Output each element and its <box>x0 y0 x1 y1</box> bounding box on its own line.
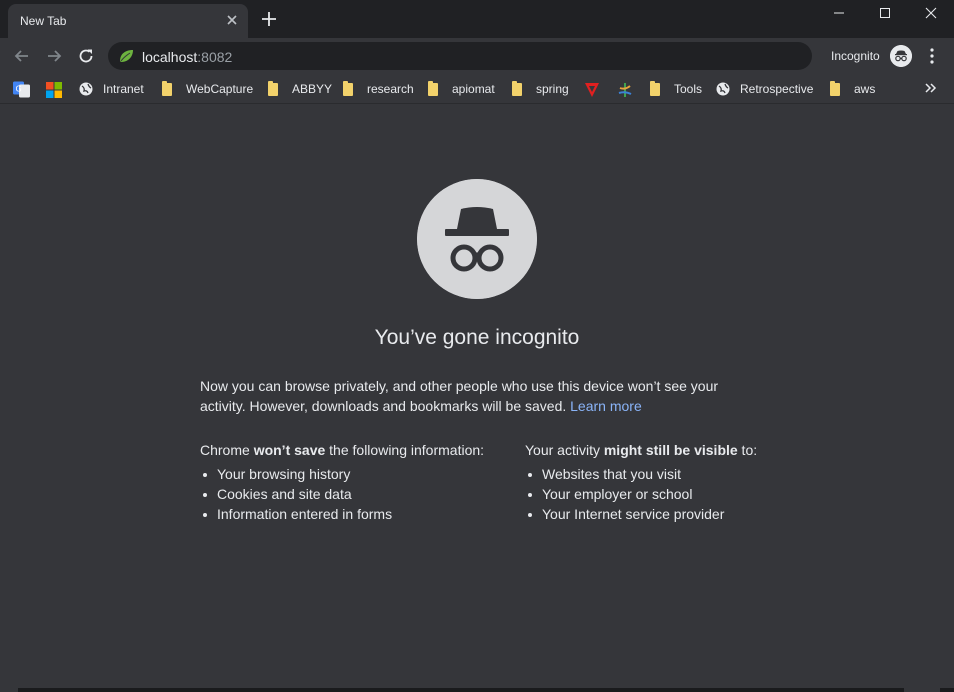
google-translate-icon[interactable]: G <box>13 80 30 98</box>
bookmark-tools[interactable]: Tools <box>650 80 702 98</box>
url-port: :8082 <box>197 49 233 65</box>
bookmark-intranet[interactable]: Intranet <box>79 80 144 98</box>
learn-more-link[interactable]: Learn more <box>570 398 642 414</box>
still-visible-heading: Your activity might still be visible to: <box>525 440 757 460</box>
maximize-icon <box>880 8 890 18</box>
chevron-double-right-icon[interactable] <box>924 80 938 96</box>
heading-text: Your activity <box>525 442 604 458</box>
wont-save-section: Chrome won’t save the following informat… <box>200 440 484 524</box>
bookmark-webcapture[interactable]: WebCapture <box>162 80 253 98</box>
maximize-button[interactable] <box>862 0 908 26</box>
heading-bold: won’t save <box>253 442 326 458</box>
bookmark-label: apiomat <box>452 82 495 96</box>
folder-icon <box>268 80 278 96</box>
bookmark-label: Retrospective <box>740 82 814 96</box>
bookmark-abbyy[interactable]: ABBYY <box>268 80 332 98</box>
folder-icon <box>830 80 840 96</box>
heading-bold: might still be visible <box>603 442 738 458</box>
list-item: Websites that you visit <box>525 464 757 484</box>
git-branch-icon[interactable] <box>617 81 633 99</box>
bookmark-label: research <box>367 82 414 96</box>
forward-arrow-icon[interactable] <box>44 46 64 66</box>
back-arrow-icon[interactable] <box>12 46 32 66</box>
still-visible-list: Websites that you visit Your employer or… <box>525 464 757 524</box>
bookmark-apiomat[interactable]: apiomat <box>428 80 495 98</box>
globe-icon <box>716 82 730 96</box>
new-tab-plus-icon[interactable] <box>260 10 278 28</box>
close-window-icon <box>925 7 937 19</box>
url-host: localhost <box>142 49 198 65</box>
heading-text: the following information: <box>325 442 485 458</box>
svg-text:G: G <box>16 85 22 94</box>
red-triangle-icon[interactable] <box>584 81 600 99</box>
bookmark-label: Intranet <box>103 82 144 96</box>
tab-title: New Tab <box>20 14 67 28</box>
list-item: Your browsing history <box>200 464 484 484</box>
still-visible-section: Your activity might still be visible to:… <box>525 440 757 524</box>
microsoft-logo-icon[interactable] <box>46 81 62 99</box>
folder-icon <box>343 80 353 96</box>
url-text: localhost:8082 <box>142 49 232 65</box>
wont-save-heading: Chrome won’t save the following informat… <box>200 440 484 460</box>
bookmark-aws[interactable]: aws <box>830 80 875 98</box>
bookmark-retrospective[interactable]: Retrospective <box>716 80 813 98</box>
close-icon[interactable] <box>224 12 240 28</box>
bookmark-research[interactable]: research <box>343 80 414 98</box>
more-vert-icon[interactable] <box>926 47 938 65</box>
list-item: Cookies and site data <box>200 484 484 504</box>
reload-icon[interactable] <box>76 46 96 66</box>
minimize-button[interactable] <box>816 0 862 26</box>
bookmark-label: ABBYY <box>292 82 333 96</box>
folder-icon <box>162 80 172 96</box>
address-bar[interactable]: localhost:8082 <box>108 42 812 70</box>
bookmark-spring[interactable]: spring <box>512 80 569 98</box>
tab-strip: New Tab <box>0 0 954 38</box>
bookmark-label: Tools <box>674 82 703 96</box>
tab-new-tab[interactable]: New Tab <box>8 4 248 38</box>
list-item: Your employer or school <box>525 484 757 504</box>
bookmark-label: spring <box>536 82 569 96</box>
incognito-label[interactable]: Incognito <box>831 49 880 63</box>
spring-leaf-icon <box>120 50 133 62</box>
folder-icon <box>428 80 438 96</box>
heading-text: Chrome <box>200 442 254 458</box>
folder-icon <box>512 80 522 96</box>
folder-icon <box>650 80 660 96</box>
taskbar-edge <box>940 688 954 692</box>
minimize-icon <box>834 12 844 14</box>
incognito-avatar-icon[interactable] <box>890 45 912 67</box>
taskbar-edge <box>18 688 904 692</box>
list-item: Information entered in forms <box>200 504 484 524</box>
bookmark-label: aws <box>854 82 876 96</box>
bookmarks-bar: G Intranet WebCapture ABBYY research api… <box>0 74 954 104</box>
incognito-icon <box>417 179 537 299</box>
incognito-intro: Now you can browse privately, and other … <box>200 376 760 416</box>
heading-text: to: <box>737 442 758 458</box>
close-window-button[interactable] <box>908 0 954 26</box>
globe-icon <box>79 82 93 96</box>
wont-save-list: Your browsing history Cookies and site d… <box>200 464 484 524</box>
list-item: Your Internet service provider <box>525 504 757 524</box>
bookmark-label: WebCapture <box>186 82 254 96</box>
page-title: You’ve gone incognito <box>374 326 580 349</box>
toolbar: localhost:8082 Incognito <box>0 38 954 74</box>
